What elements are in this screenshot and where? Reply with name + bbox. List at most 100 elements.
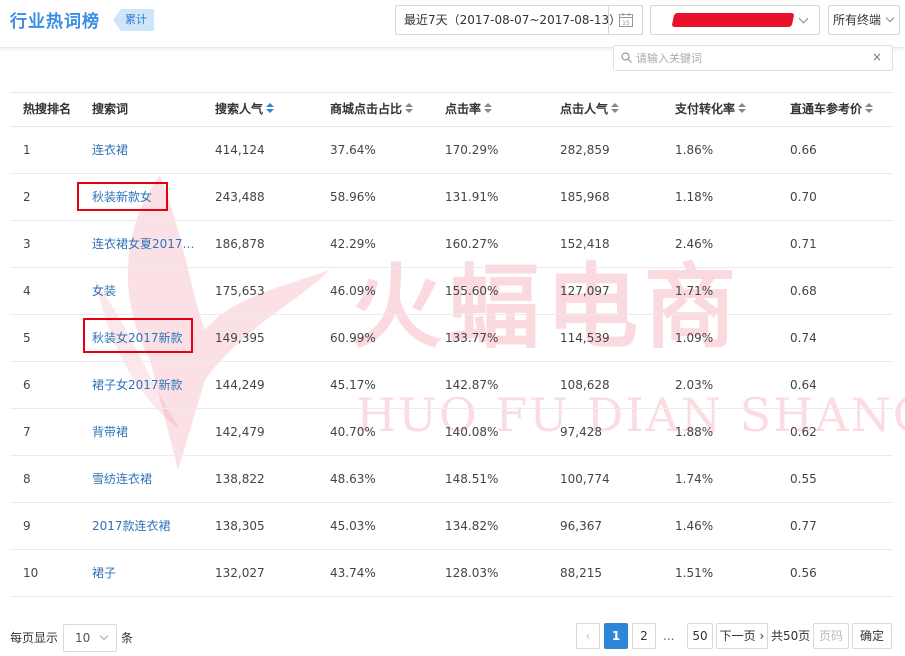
col-ref-price[interactable]: 直通车参考价	[790, 93, 874, 126]
keyword-link[interactable]: 裙子女2017新款	[92, 362, 204, 408]
sort-icon[interactable]	[405, 103, 414, 114]
cumulative-tag[interactable]: 累计	[113, 9, 154, 31]
table-row: 1 连衣裙 414,124 37.64% 170.29% 282,859 1.8…	[10, 127, 893, 174]
mall-share-cell: 37.64%	[330, 143, 376, 157]
popularity-cell: 414,124	[215, 143, 265, 157]
mall-share-cell: 45.03%	[330, 519, 376, 533]
date-range-text: 最近7天（2017-08-07~2017-08-13）	[404, 13, 622, 27]
click-popularity-cell: 185,968	[560, 190, 610, 204]
calendar-button[interactable]: 15	[608, 6, 642, 34]
sort-icon[interactable]	[266, 103, 275, 114]
click-popularity-cell: 108,628	[560, 378, 610, 392]
hot-keywords-table: 热搜排名 搜索词 搜索人气 商城点击占比 点击率 点击人气 支付转化率 直通车参…	[10, 92, 893, 597]
click-popularity-cell: 282,859	[560, 143, 610, 157]
ref-price-cell: 0.77	[790, 519, 817, 533]
col-click-popularity[interactable]: 点击人气	[560, 93, 620, 126]
col-keyword: 搜索词	[92, 102, 129, 116]
rank-cell: 4	[23, 284, 31, 298]
table-row: 2 秋装新款女 243,488 58.96% 131.91% 185,968 1…	[10, 174, 893, 221]
popularity-cell: 175,653	[215, 284, 265, 298]
col-popularity[interactable]: 搜索人气	[215, 93, 275, 126]
table-row: 10 裙子 132,027 43.74% 128.03% 88,215 1.51…	[10, 550, 893, 597]
prev-page-button[interactable]: ‹	[576, 623, 600, 649]
page-header: 行业热词榜 累计 最近7天（2017-08-07~2017-08-13） 15 …	[0, 0, 905, 48]
page-size-select[interactable]: 10	[63, 624, 117, 652]
svg-text:15: 15	[622, 20, 630, 27]
keyword-search[interactable]: ×	[613, 45, 893, 71]
keyword-link[interactable]: 2017款连衣裙	[92, 503, 204, 549]
keyword-link[interactable]: 秋装新款女	[92, 174, 204, 220]
mall-share-cell: 45.17%	[330, 378, 376, 392]
keyword-link[interactable]: 秋装女2017新款	[92, 315, 204, 361]
terminal-select[interactable]: 所有终端	[828, 5, 900, 35]
sort-icon[interactable]	[865, 103, 874, 114]
keyword-link[interactable]: 连衣裙女夏2017新...	[92, 221, 204, 267]
chevron-down-icon	[99, 631, 109, 641]
table-row: 9 2017款连衣裙 138,305 45.03% 134.82% 96,367…	[10, 503, 893, 550]
col-price-label: 直通车参考价	[790, 102, 863, 116]
col-conversion-label: 支付转化率	[675, 102, 736, 116]
rank-cell: 6	[23, 378, 31, 392]
search-input[interactable]	[636, 48, 856, 68]
search-icon	[621, 52, 632, 63]
rank-cell: 3	[23, 237, 31, 251]
conversion-cell: 1.86%	[675, 143, 714, 157]
table-row: 3 连衣裙女夏2017新... 186,878 42.29% 160.27% 1…	[10, 221, 893, 268]
ctr-cell: 142.87%	[445, 378, 499, 392]
terminal-select-value: 所有终端	[833, 13, 882, 27]
ref-price-cell: 0.66	[790, 143, 817, 157]
keyword-link[interactable]: 雪纺连衣裙	[92, 456, 204, 502]
keyword-link[interactable]: 连衣裙	[92, 127, 204, 173]
mall-share-cell: 48.63%	[330, 472, 376, 486]
ref-price-cell: 0.68	[790, 284, 817, 298]
ref-price-cell: 0.55	[790, 472, 817, 486]
col-conversion[interactable]: 支付转化率	[675, 93, 747, 126]
page-title: 行业热词榜	[10, 12, 100, 32]
next-page-label: 下一页	[719, 629, 756, 643]
col-ctr-label: 点击率	[445, 102, 482, 116]
ctr-cell: 134.82%	[445, 519, 499, 533]
popularity-cell: 149,395	[215, 331, 265, 345]
date-range-picker[interactable]: 最近7天（2017-08-07~2017-08-13） 15	[395, 5, 643, 35]
ctr-cell: 133.77%	[445, 331, 499, 345]
keyword-link[interactable]: 裙子	[92, 550, 204, 596]
click-popularity-cell: 97,428	[560, 425, 602, 439]
next-page-button[interactable]: 下一页 ›	[716, 623, 768, 649]
page-2-button[interactable]: 2	[632, 623, 656, 649]
click-popularity-cell: 88,215	[560, 566, 602, 580]
ref-price-cell: 0.74	[790, 331, 817, 345]
clear-search-icon[interactable]: ×	[872, 50, 882, 64]
conversion-cell: 1.09%	[675, 331, 714, 345]
page-50-button[interactable]: 50	[687, 623, 713, 649]
per-page-unit: 条	[121, 631, 134, 645]
popularity-cell: 138,305	[215, 519, 265, 533]
popularity-cell: 142,479	[215, 425, 265, 439]
rank-cell: 7	[23, 425, 31, 439]
ctr-cell: 170.29%	[445, 143, 499, 157]
page-number-input[interactable]: 页码	[813, 623, 849, 649]
calendar-icon: 15	[619, 13, 633, 27]
sort-icon[interactable]	[611, 103, 620, 114]
page-size-value: 10	[75, 631, 91, 645]
per-page-label: 每页显示	[10, 631, 59, 645]
col-ctr[interactable]: 点击率	[445, 93, 493, 126]
table-row: 8 雪纺连衣裙 138,822 48.63% 148.51% 100,774 1…	[10, 456, 893, 503]
conversion-cell: 1.46%	[675, 519, 714, 533]
rank-cell: 1	[23, 143, 31, 157]
mall-share-cell: 46.09%	[330, 284, 376, 298]
sort-icon[interactable]	[484, 103, 493, 114]
conversion-cell: 1.18%	[675, 190, 714, 204]
col-mall-click-share[interactable]: 商城点击占比	[330, 93, 414, 126]
page-1-button[interactable]: 1	[604, 623, 628, 649]
table-row: 7 背带裙 142,479 40.70% 140.08% 97,428 1.88…	[10, 409, 893, 456]
keyword-link[interactable]: 背带裙	[92, 409, 204, 455]
category-select[interactable]	[650, 5, 820, 35]
chevron-down-icon	[885, 13, 895, 23]
sort-icon[interactable]	[738, 103, 747, 114]
confirm-button[interactable]: 确定	[852, 623, 892, 649]
col-mall-label: 商城点击占比	[330, 102, 403, 116]
keyword-link[interactable]: 女装	[92, 268, 204, 314]
ctr-cell: 160.27%	[445, 237, 499, 251]
rank-cell: 9	[23, 519, 31, 533]
conversion-cell: 1.51%	[675, 566, 714, 580]
